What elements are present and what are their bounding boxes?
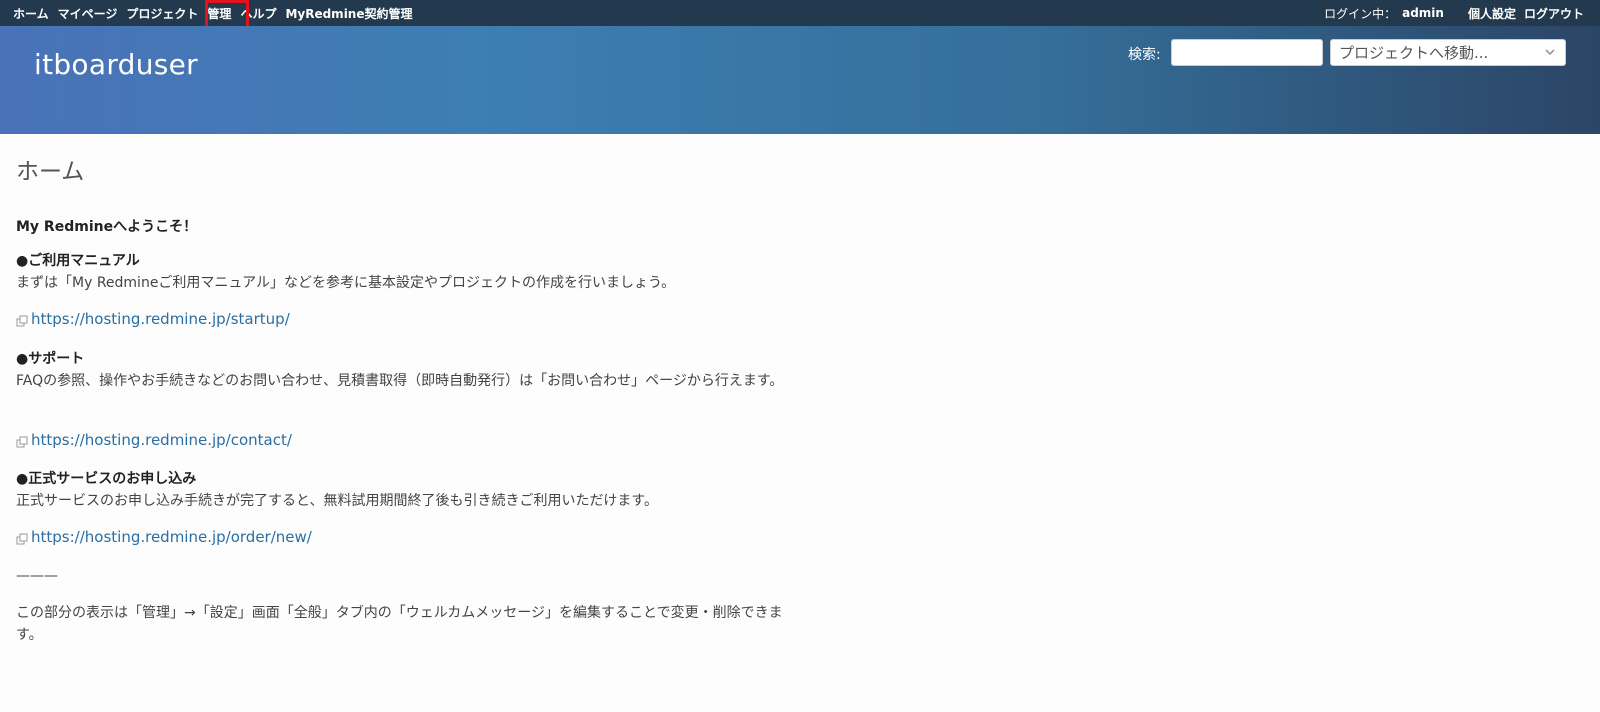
project-jump-label: プロジェクトへ移動... — [1339, 44, 1489, 62]
search-label: 検索: — [1128, 47, 1161, 63]
login-user-link[interactable]: admin — [1402, 6, 1444, 20]
menu-help[interactable]: ヘルプ — [240, 5, 276, 22]
footer-note: この部分の表示は「管理」→「設定」画面「全般」タブ内の「ウェルカムメッセージ」を… — [16, 605, 783, 643]
section-order-text: 正式サービスのお申し込み手続きが完了すると、無料試用期間終了後も引き続きご利用い… — [16, 493, 659, 509]
section-support-title: ●サポート — [16, 351, 85, 367]
logout-link[interactable]: ログアウト — [1524, 5, 1584, 22]
external-link-icon — [16, 533, 28, 544]
welcome-heading: My Redmineへようこそ！ — [16, 219, 198, 235]
site-title[interactable]: itboarduser — [34, 48, 198, 81]
section-order-link[interactable]: https://hosting.redmine.jp/order/new/ — [16, 528, 312, 546]
section-support-text: FAQの参照、操作やお手続きなどのお問い合わせ、見積書取得（即時自動発行）は「お… — [16, 373, 784, 389]
top-menu-right: ログイン中： admin 個人設定 ログアウト — [1324, 0, 1584, 26]
external-link-icon — [16, 436, 28, 447]
top-menu-bar: ホーム マイページ プロジェクト 管理 ヘルプ MyRedmine契約管理 ログ… — [0, 0, 1600, 26]
section-order-link-text: https://hosting.redmine.jp/order/new/ — [31, 528, 312, 546]
menu-myredmine-contract[interactable]: MyRedmine契約管理 — [285, 5, 412, 22]
section-manual-link-text: https://hosting.redmine.jp/startup/ — [31, 310, 290, 328]
section-manual-text: まずは「My Redmineご利用マニュアル」などを参考に基本設定やプロジェクト… — [16, 275, 676, 291]
menu-administration[interactable]: 管理 — [207, 5, 231, 22]
section-manual-link[interactable]: https://hosting.redmine.jp/startup/ — [16, 310, 290, 328]
menu-my-page[interactable]: マイページ — [58, 5, 118, 22]
top-menu-left: ホーム マイページ プロジェクト 管理 ヘルプ MyRedmine契約管理 — [13, 0, 422, 26]
menu-projects[interactable]: プロジェクト — [126, 5, 198, 22]
section-support-link-text: https://hosting.redmine.jp/contact/ — [31, 431, 292, 449]
external-link-icon — [16, 315, 28, 326]
project-jump-select[interactable]: プロジェクトへ移動... — [1330, 39, 1566, 66]
section-order-title: ●正式サービスのお申し込み — [16, 471, 197, 487]
section-support-link[interactable]: https://hosting.redmine.jp/contact/ — [16, 431, 292, 449]
chevron-down-icon — [1545, 49, 1555, 56]
login-label: ログイン中： — [1324, 6, 1397, 21]
search-input[interactable] — [1171, 39, 1323, 66]
divider-line: ——— — [16, 568, 58, 584]
my-account-link[interactable]: 個人設定 — [1468, 5, 1516, 22]
header-banner: itboarduser 検索: プロジェクトへ移動... — [0, 26, 1600, 134]
section-manual-title: ●ご利用マニュアル — [16, 253, 140, 269]
page-title: ホーム — [16, 159, 85, 185]
menu-home[interactable]: ホーム — [13, 5, 49, 22]
